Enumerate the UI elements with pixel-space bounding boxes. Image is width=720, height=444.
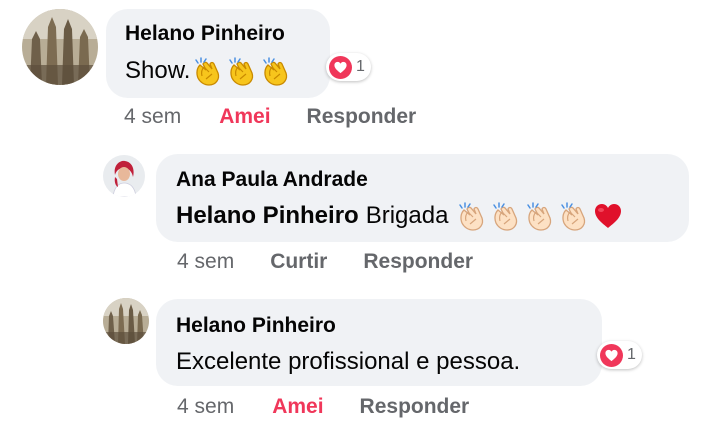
reply-button[interactable]: Responder xyxy=(307,105,417,129)
comment-body: Show. xyxy=(125,57,191,84)
red-heart-icon xyxy=(592,200,624,232)
comment-author[interactable]: Ana Paula Andrade xyxy=(176,168,368,192)
clapping-hands-icon xyxy=(260,55,292,87)
comment-actions: 4 sem Curtir Responder xyxy=(177,250,473,274)
clapping-hands-icon xyxy=(558,200,590,232)
love-reaction-icon xyxy=(600,343,623,367)
avatar[interactable] xyxy=(103,298,149,344)
comment-text: Helano Pinheiro Brigada xyxy=(176,197,624,235)
reaction-count: 1 xyxy=(356,58,365,75)
comment-actions: 4 sem Amei Responder xyxy=(124,105,416,129)
avatar[interactable] xyxy=(103,155,145,197)
comment-time[interactable]: 4 sem xyxy=(124,105,181,129)
comment-body: Brigada xyxy=(365,202,449,229)
mention-link[interactable]: Helano Pinheiro xyxy=(176,202,359,230)
reaction-badge[interactable]: 1 xyxy=(597,341,642,369)
comment-actions: 4 sem Amei Responder xyxy=(177,395,469,419)
avatar[interactable] xyxy=(22,9,98,85)
reaction-count: 1 xyxy=(627,346,636,363)
love-button[interactable]: Amei xyxy=(272,395,323,419)
clapping-hands-icon xyxy=(226,55,258,87)
reaction-badge[interactable]: 1 xyxy=(326,53,371,81)
love-button[interactable]: Amei xyxy=(219,105,270,129)
comment-time[interactable]: 4 sem xyxy=(177,250,234,274)
comment-body: Excelente profissional e pessoa. xyxy=(176,348,521,375)
reply-button[interactable]: Responder xyxy=(360,395,470,419)
comment-author[interactable]: Helano Pinheiro xyxy=(125,22,285,46)
reply-button[interactable]: Responder xyxy=(363,250,473,274)
like-button[interactable]: Curtir xyxy=(270,250,327,274)
clapping-hands-icon xyxy=(524,200,556,232)
comment-text: Excelente profissional e pessoa. xyxy=(176,343,520,381)
clapping-hands-icon xyxy=(456,200,488,232)
clapping-hands-icon xyxy=(192,55,224,87)
comment-text: Show. xyxy=(125,52,292,90)
love-reaction-icon xyxy=(329,55,352,79)
comment-time[interactable]: 4 sem xyxy=(177,395,234,419)
comment-author[interactable]: Helano Pinheiro xyxy=(176,314,336,338)
clapping-hands-icon xyxy=(490,200,522,232)
